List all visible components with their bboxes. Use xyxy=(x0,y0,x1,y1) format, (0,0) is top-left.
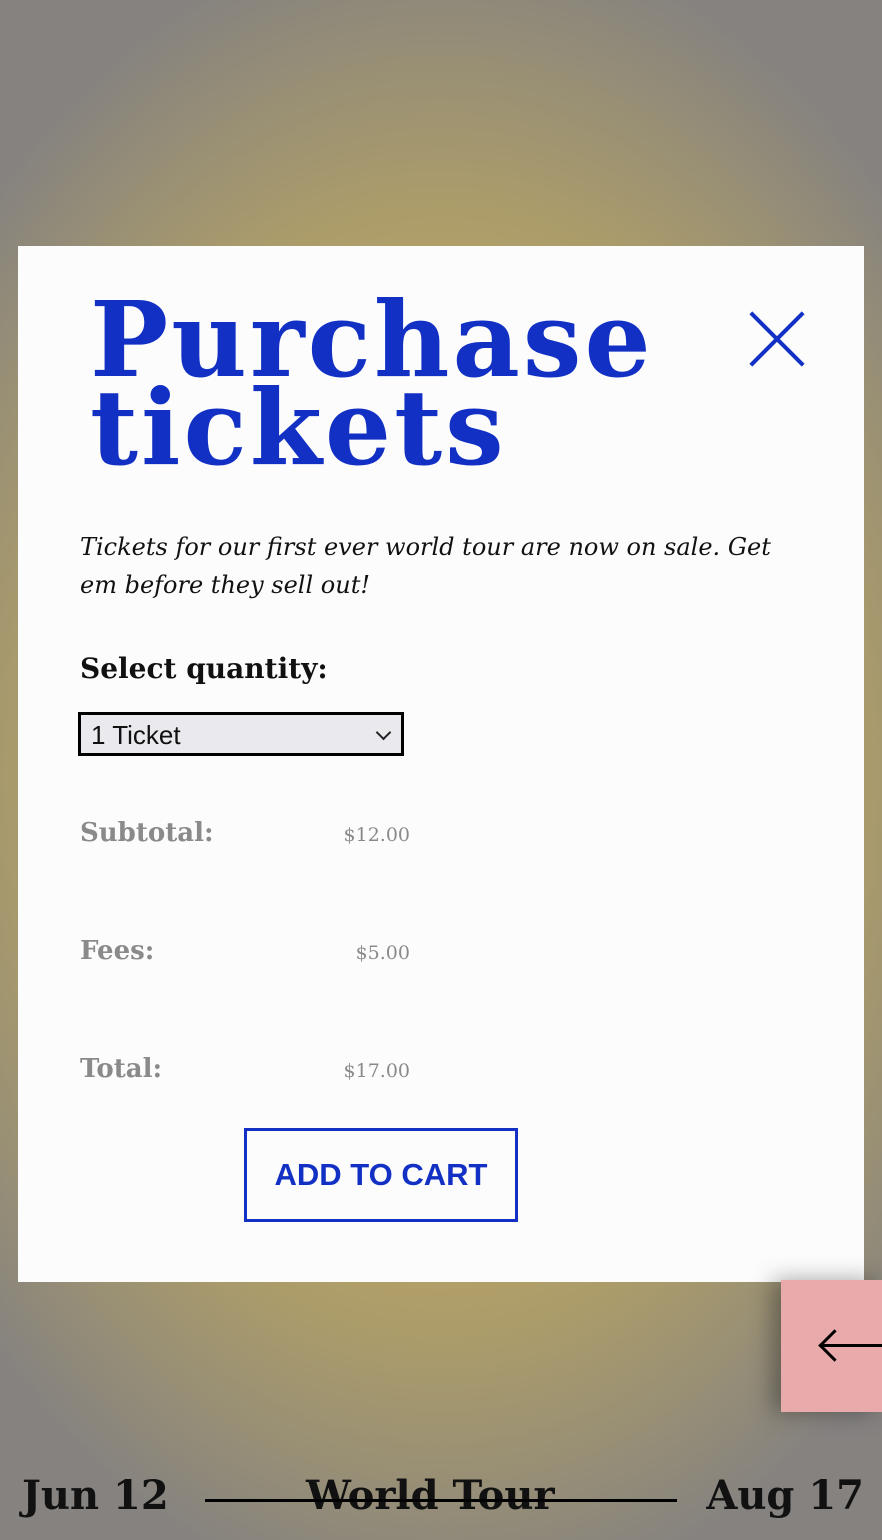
modal-title: Purchase tickets xyxy=(90,278,654,489)
fees-value: $5.00 xyxy=(355,942,410,964)
chevron-down-icon xyxy=(375,724,392,741)
quantity-label: Select quantity: xyxy=(80,652,328,685)
start-date: Jun 12 xyxy=(22,1472,169,1519)
tour-dates-footer: Jun 12 World Tour Aug 17 xyxy=(0,1470,882,1530)
tour-line-divider xyxy=(205,1499,677,1502)
back-button[interactable] xyxy=(781,1280,882,1412)
quantity-select-value: 1 Ticket xyxy=(91,720,181,750)
total-label: Total: xyxy=(80,1054,163,1084)
total-row: Total: $17.00 xyxy=(80,1054,410,1090)
subtotal-label: Subtotal: xyxy=(80,818,214,848)
fees-label: Fees: xyxy=(80,936,155,966)
end-date: Aug 17 xyxy=(706,1472,864,1519)
subtotal-row: Subtotal: $12.00 xyxy=(80,818,410,854)
quantity-select[interactable]: 1 Ticket xyxy=(78,712,404,756)
total-value: $17.00 xyxy=(343,1060,410,1082)
add-to-cart-button[interactable]: ADD TO CART xyxy=(244,1128,518,1222)
fees-row: Fees: $5.00 xyxy=(80,936,410,972)
purchase-modal: Purchase tickets Tickets for our first e… xyxy=(18,246,864,1282)
tour-name: World Tour xyxy=(306,1472,555,1519)
subtotal-value: $12.00 xyxy=(343,824,410,846)
close-icon[interactable] xyxy=(748,310,806,368)
modal-description: Tickets for our first ever world tour ar… xyxy=(80,533,771,599)
